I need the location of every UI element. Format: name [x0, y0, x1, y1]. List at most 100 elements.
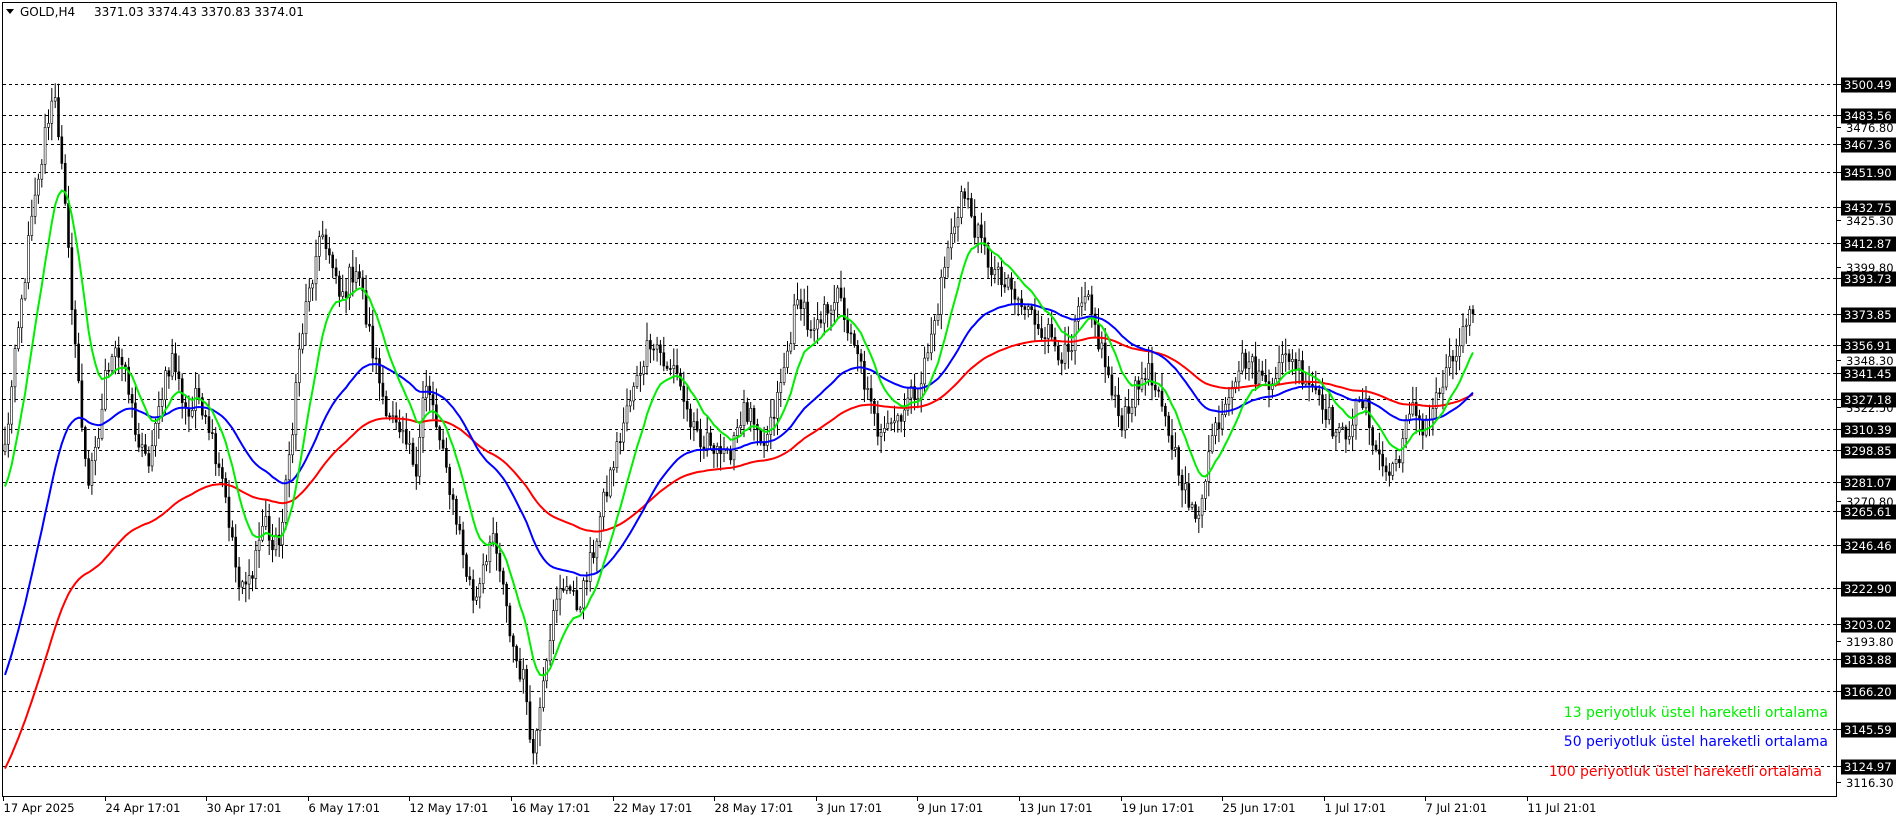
candle-body — [956, 217, 960, 228]
candle-body — [1220, 414, 1224, 430]
candle-body — [1187, 483, 1191, 508]
candle-body — [137, 434, 141, 448]
time-tick-label: 16 May 17:01 — [512, 801, 591, 815]
candle-body — [1227, 397, 1231, 405]
candle-body — [899, 415, 903, 422]
price-level-label: 3356.91 — [1844, 339, 1892, 353]
candle-body — [953, 226, 957, 234]
candle-body — [618, 441, 622, 443]
candle-body — [338, 275, 341, 297]
candle-body — [548, 640, 552, 662]
candle-body — [538, 707, 542, 731]
price-level-label: 3500.49 — [1844, 78, 1892, 92]
candle-body — [608, 469, 612, 497]
candle-body — [923, 357, 926, 385]
candle-body — [1277, 362, 1281, 379]
candle-body — [404, 429, 408, 445]
candle-body — [672, 365, 676, 369]
candle-body — [1067, 343, 1070, 352]
candle-body — [251, 575, 254, 579]
candle-body — [779, 382, 783, 393]
candle-body — [13, 348, 17, 388]
candle-body — [471, 579, 475, 601]
candle-body — [1110, 374, 1114, 396]
candle-body — [595, 540, 599, 559]
candle-body — [1468, 309, 1471, 326]
candle-body — [140, 444, 144, 448]
candle-body — [990, 266, 993, 276]
candle-body — [63, 163, 67, 204]
candle-body — [180, 378, 184, 404]
candle-body — [769, 416, 773, 435]
candle-body — [1237, 370, 1241, 383]
candle-body — [1224, 403, 1227, 416]
candle-body — [1037, 323, 1040, 329]
time-tick-label: 6 May 17:01 — [309, 801, 381, 815]
candle-body — [859, 353, 863, 362]
candle-body — [572, 590, 575, 592]
candle-body — [211, 432, 214, 434]
candle-body — [1160, 390, 1164, 407]
candle-body — [167, 370, 171, 377]
candle-body — [1016, 298, 1020, 301]
candle-body — [552, 610, 555, 641]
candle-body — [311, 283, 314, 289]
candle-body — [1458, 345, 1461, 357]
price-chart[interactable]: 3500.493483.563467.363451.903432.753412.… — [0, 0, 1896, 820]
candle-body — [939, 276, 943, 315]
candle-body — [739, 425, 743, 428]
time-tick-label: 25 Jun 17:01 — [1223, 801, 1296, 815]
candle-body — [10, 386, 13, 425]
candle-body — [124, 364, 127, 368]
candle-body — [291, 434, 294, 456]
candle-body — [445, 447, 448, 468]
candle-body — [217, 463, 221, 468]
candle-body — [264, 516, 268, 527]
candle-body — [525, 669, 529, 703]
candle-body — [331, 254, 335, 269]
candle-body — [1167, 415, 1170, 436]
candle-body — [478, 583, 482, 598]
candle-body — [695, 421, 699, 431]
candle-body — [575, 590, 579, 611]
candle-body — [1378, 449, 1381, 455]
candle-body — [160, 399, 164, 407]
candle-body — [1337, 427, 1341, 433]
candle-body — [749, 407, 753, 422]
candle-body — [1284, 353, 1287, 356]
candle-body — [1394, 458, 1398, 464]
candle-body — [832, 302, 836, 311]
candle-body — [154, 423, 157, 447]
price-level-label: 3246.46 — [1844, 539, 1892, 553]
candle-body — [1023, 306, 1027, 310]
candle-body — [1247, 361, 1251, 369]
candle-body — [943, 267, 947, 278]
candle-body — [605, 491, 609, 497]
candle-body — [588, 552, 592, 582]
price-level-label: 3432.75 — [1844, 201, 1892, 215]
candle-body — [191, 410, 194, 417]
candle-body — [257, 539, 261, 551]
candle-body — [632, 386, 636, 402]
candle-body — [839, 287, 843, 299]
candle-body — [873, 400, 876, 414]
candle-body — [114, 347, 117, 357]
candle-body — [368, 323, 371, 327]
candle-body — [144, 444, 147, 454]
candle-body — [735, 427, 739, 437]
candle-body — [1040, 328, 1043, 338]
candle-body — [1281, 354, 1284, 363]
candle-body — [334, 267, 338, 277]
candle-body — [836, 287, 839, 303]
candle-body — [1261, 370, 1264, 376]
candle-body — [996, 266, 1000, 270]
candle-body — [869, 388, 873, 402]
candle-body — [314, 255, 318, 285]
candle-body — [304, 301, 308, 335]
candle-body — [284, 479, 288, 523]
candle-body — [531, 738, 535, 754]
candle-body — [207, 416, 211, 433]
candle-body — [759, 429, 763, 444]
candle-body — [1144, 378, 1147, 381]
candle-body — [1441, 386, 1445, 395]
